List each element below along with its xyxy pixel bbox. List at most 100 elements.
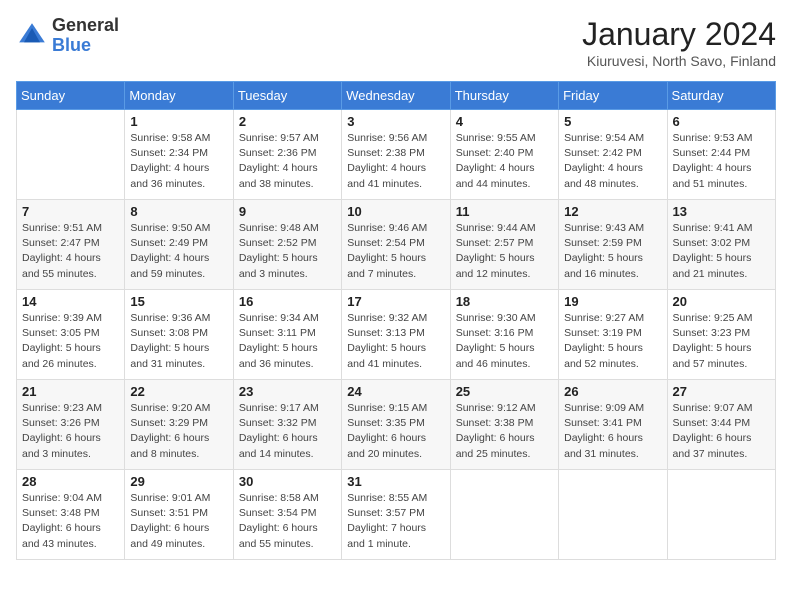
day-of-week-monday: Monday: [125, 82, 233, 110]
day-info: Sunrise: 9:44 AMSunset: 2:57 PMDaylight:…: [456, 221, 553, 282]
calendar-cell: 20 Sunrise: 9:25 AMSunset: 3:23 PMDayligh…: [667, 290, 775, 380]
day-info: Sunrise: 9:01 AMSunset: 3:51 PMDaylight:…: [130, 491, 227, 552]
day-info: Sunrise: 9:07 AMSunset: 3:44 PMDaylight:…: [673, 401, 770, 462]
calendar-cell: 5Sunrise: 9:54 AMSunset: 2:42 PMDaylight…: [559, 110, 667, 200]
calendar-cell: 17 Sunrise: 9:32 AMSunset: 3:13 PMDayligh…: [342, 290, 450, 380]
calendar-cell: 29Sunrise: 9:01 AMSunset: 3:51 PMDayligh…: [125, 470, 233, 560]
calendar-cell: 4 Sunrise: 9:55 AMSunset: 2:40 PMDaylight…: [450, 110, 558, 200]
day-info: Sunrise: 9:27 AMSunset: 3:19 PMDaylight:…: [564, 311, 661, 372]
day-number: 7: [22, 204, 119, 219]
calendar-cell: 9 Sunrise: 9:48 AMSunset: 2:52 PMDaylight…: [233, 200, 341, 290]
day-info: Sunrise: 9:36 AMSunset: 3:08 PMDaylight:…: [130, 311, 227, 372]
calendar-cell: [667, 470, 775, 560]
day-number: 11: [456, 204, 553, 219]
calendar-cell: 24 Sunrise: 9:15 AMSunset: 3:35 PMDayligh…: [342, 380, 450, 470]
day-info: Sunrise: 9:48 AMSunset: 2:52 PMDaylight:…: [239, 221, 336, 282]
day-number: 3: [347, 114, 444, 129]
day-number: 16: [239, 294, 336, 309]
day-number: 31: [347, 474, 444, 489]
day-number: 10: [347, 204, 444, 219]
day-info: Sunrise: 9:51 AMSunset: 2:47 PMDaylight:…: [22, 221, 119, 282]
day-number: 18: [456, 294, 553, 309]
day-number: 25: [456, 384, 553, 399]
calendar-week-4: 21Sunrise: 9:23 AMSunset: 3:26 PMDayligh…: [17, 380, 776, 470]
day-info: Sunrise: 9:41 AMSunset: 3:02 PMDaylight:…: [673, 221, 770, 282]
day-number: 9: [239, 204, 336, 219]
calendar-cell: 6Sunrise: 9:53 AMSunset: 2:44 PMDaylight…: [667, 110, 775, 200]
day-number: 4: [456, 114, 553, 129]
day-of-week-wednesday: Wednesday: [342, 82, 450, 110]
day-info: Sunrise: 9:58 AMSunset: 2:34 PMDaylight:…: [130, 131, 227, 192]
calendar-table: SundayMondayTuesdayWednesdayThursdayFrid…: [16, 81, 776, 560]
day-info: Sunrise: 9:15 AMSunset: 3:35 PMDaylight:…: [347, 401, 444, 462]
day-info: Sunrise: 9:34 AMSunset: 3:11 PMDaylight:…: [239, 311, 336, 372]
day-info: Sunrise: 9:56 AMSunset: 2:38 PMDaylight:…: [347, 131, 444, 192]
day-info: Sunrise: 9:17 AMSunset: 3:32 PMDaylight:…: [239, 401, 336, 462]
day-number: 23: [239, 384, 336, 399]
day-number: 30: [239, 474, 336, 489]
day-number: 26: [564, 384, 661, 399]
day-info: Sunrise: 9:43 AMSunset: 2:59 PMDaylight:…: [564, 221, 661, 282]
calendar-cell: 14 Sunrise: 9:39 AMSunset: 3:05 PMDayligh…: [17, 290, 125, 380]
calendar-cell: 12 Sunrise: 9:43 AMSunset: 2:59 PMDayligh…: [559, 200, 667, 290]
calendar-cell: 25Sunrise: 9:12 AMSunset: 3:38 PMDayligh…: [450, 380, 558, 470]
calendar-week-5: 28Sunrise: 9:04 AMSunset: 3:48 PMDayligh…: [17, 470, 776, 560]
logo-blue-text: Blue: [52, 36, 119, 56]
day-number: 13: [673, 204, 770, 219]
day-info: Sunrise: 9:30 AMSunset: 3:16 PMDaylight:…: [456, 311, 553, 372]
calendar-body: 1 Sunrise: 9:58 AMSunset: 2:34 PMDaylight…: [17, 110, 776, 560]
day-of-week-thursday: Thursday: [450, 82, 558, 110]
calendar-cell: 31Sunrise: 8:55 AMSunset: 3:57 PMDayligh…: [342, 470, 450, 560]
calendar-cell: 8 Sunrise: 9:50 AMSunset: 2:49 PMDaylight…: [125, 200, 233, 290]
day-number: 19: [564, 294, 661, 309]
day-of-week-sunday: Sunday: [17, 82, 125, 110]
calendar-cell: 13 Sunrise: 9:41 AMSunset: 3:02 PMDayligh…: [667, 200, 775, 290]
day-number: 20: [673, 294, 770, 309]
day-of-week-friday: Friday: [559, 82, 667, 110]
day-number: 2: [239, 114, 336, 129]
day-number: 14: [22, 294, 119, 309]
day-info: Sunrise: 9:46 AMSunset: 2:54 PMDaylight:…: [347, 221, 444, 282]
calendar-header: SundayMondayTuesdayWednesdayThursdayFrid…: [17, 82, 776, 110]
logo-text: General Blue: [52, 16, 119, 56]
day-of-week-tuesday: Tuesday: [233, 82, 341, 110]
calendar-cell: 22Sunrise: 9:20 AMSunset: 3:29 PMDayligh…: [125, 380, 233, 470]
day-info: Sunrise: 9:09 AMSunset: 3:41 PMDaylight:…: [564, 401, 661, 462]
day-number: 21: [22, 384, 119, 399]
calendar-cell: [559, 470, 667, 560]
day-info: Sunrise: 8:58 AMSunset: 3:54 PMDaylight:…: [239, 491, 336, 552]
logo: General Blue: [16, 16, 119, 56]
calendar-cell: 1 Sunrise: 9:58 AMSunset: 2:34 PMDaylight…: [125, 110, 233, 200]
day-info: Sunrise: 9:39 AMSunset: 3:05 PMDaylight:…: [22, 311, 119, 372]
location-subtitle: Kiuruvesi, North Savo, Finland: [582, 53, 776, 69]
calendar-cell: 10 Sunrise: 9:46 AMSunset: 2:54 PMDayligh…: [342, 200, 450, 290]
calendar-cell: 21Sunrise: 9:23 AMSunset: 3:26 PMDayligh…: [17, 380, 125, 470]
day-of-week-saturday: Saturday: [667, 82, 775, 110]
calendar-cell: 30 Sunrise: 8:58 AMSunset: 3:54 PMDayligh…: [233, 470, 341, 560]
day-info: Sunrise: 9:25 AMSunset: 3:23 PMDaylight:…: [673, 311, 770, 372]
day-number: 8: [130, 204, 227, 219]
calendar-cell: 23 Sunrise: 9:17 AMSunset: 3:32 PMDayligh…: [233, 380, 341, 470]
day-number: 1: [130, 114, 227, 129]
day-number: 12: [564, 204, 661, 219]
page-header: General Blue January 2024 Kiuruvesi, Nor…: [16, 16, 776, 69]
day-number: 24: [347, 384, 444, 399]
calendar-cell: 3 Sunrise: 9:56 AMSunset: 2:38 PMDaylight…: [342, 110, 450, 200]
calendar-cell: 26 Sunrise: 9:09 AMSunset: 3:41 PMDayligh…: [559, 380, 667, 470]
calendar-cell: [17, 110, 125, 200]
day-number: 15: [130, 294, 227, 309]
calendar-cell: 28Sunrise: 9:04 AMSunset: 3:48 PMDayligh…: [17, 470, 125, 560]
logo-general-text: General: [52, 16, 119, 36]
day-number: 5: [564, 114, 661, 129]
day-info: Sunrise: 9:55 AMSunset: 2:40 PMDaylight:…: [456, 131, 553, 192]
day-number: 6: [673, 114, 770, 129]
calendar-cell: [450, 470, 558, 560]
day-number: 28: [22, 474, 119, 489]
day-info: Sunrise: 9:32 AMSunset: 3:13 PMDaylight:…: [347, 311, 444, 372]
day-info: Sunrise: 9:20 AMSunset: 3:29 PMDaylight:…: [130, 401, 227, 462]
calendar-cell: 7 Sunrise: 9:51 AMSunset: 2:47 PMDaylight…: [17, 200, 125, 290]
calendar-cell: 19 Sunrise: 9:27 AMSunset: 3:19 PMDayligh…: [559, 290, 667, 380]
calendar-cell: 27Sunrise: 9:07 AMSunset: 3:44 PMDayligh…: [667, 380, 775, 470]
day-info: Sunrise: 9:50 AMSunset: 2:49 PMDaylight:…: [130, 221, 227, 282]
day-number: 17: [347, 294, 444, 309]
